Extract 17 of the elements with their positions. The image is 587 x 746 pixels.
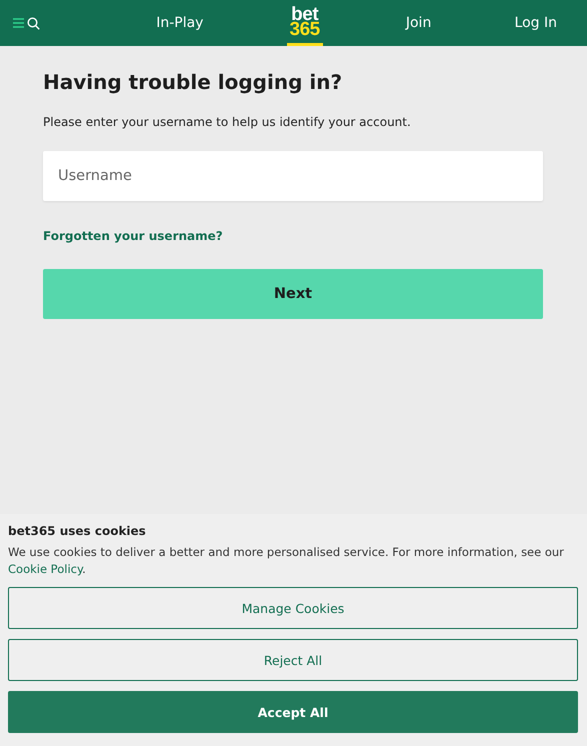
cookie-title: bet365 uses cookies — [8, 524, 147, 538]
menu-icon[interactable] — [13, 18, 24, 28]
forgotten-username-link[interactable]: Forgotten your username? — [43, 229, 223, 243]
cookie-button[interactable]: Accept All — [8, 691, 578, 733]
cookie-button[interactable]: Reject All — [8, 639, 578, 681]
cookie-policy-link[interactable]: Cookie Policy — [8, 562, 82, 576]
nav-link[interactable]: Log In — [514, 15, 557, 31]
cookie-button[interactable]: Manage Cookies — [8, 587, 578, 629]
page-title: Having trouble logging in? — [43, 70, 344, 94]
search-icon[interactable] — [27, 16, 40, 30]
cookie-text: We use cookies to deliver a better and more personalised service. For more information, see our Cookie Policy. — [8, 544, 565, 578]
next-button[interactable]: Next — [43, 269, 543, 319]
nav-link[interactable]: In-Play — [156, 15, 204, 31]
username-field[interactable]: Username — [43, 151, 543, 201]
nav-link[interactable]: Join — [406, 15, 432, 31]
logo[interactable]: bet 365 — [286, 0, 323, 46]
instructions-text: Please enter your username to help us identify your account. — [43, 115, 412, 129]
